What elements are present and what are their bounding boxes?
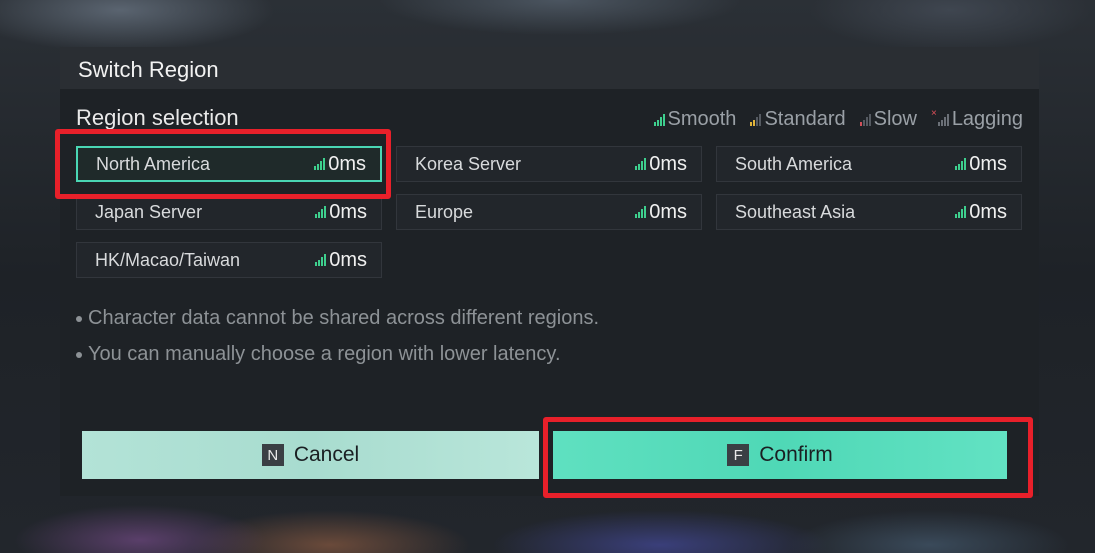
region-selection-title: Region selection	[76, 105, 239, 130]
server-europe[interactable]: Europe 0ms	[396, 194, 702, 230]
dialog-header: Switch Region	[60, 47, 1039, 89]
latency-legend: Smooth Standard Slow × Lagging	[653, 108, 1023, 131]
server-name: Southeast Asia	[735, 201, 856, 222]
server-ping: 0ms	[955, 201, 1007, 224]
ping-value: 0ms	[969, 152, 1007, 175]
legend-slow: Slow	[859, 108, 917, 131]
ping-value: 0ms	[329, 200, 367, 223]
server-southeast-asia[interactable]: Southeast Asia 0ms	[716, 194, 1022, 230]
highlight-north-america	[55, 129, 391, 199]
note-text: Character data cannot be shared across d…	[88, 307, 600, 329]
note-item: Character data cannot be shared across d…	[76, 307, 599, 330]
server-ping: 0ms	[955, 153, 1007, 176]
legend-standard: Standard	[750, 108, 846, 131]
server-south-america[interactable]: South America 0ms	[716, 146, 1022, 182]
ping-value: 0ms	[649, 152, 687, 175]
cancel-button[interactable]: N Cancel	[82, 431, 539, 479]
bullet-icon	[76, 315, 82, 322]
legend-smooth: Smooth	[653, 108, 737, 131]
server-name: South America	[735, 153, 853, 174]
signal-icon	[635, 158, 647, 170]
signal-icon	[955, 206, 967, 218]
bullet-icon	[76, 351, 82, 358]
legend-label: Slow	[873, 108, 917, 130]
signal-lagging-icon	[937, 113, 949, 126]
ping-value: 0ms	[329, 248, 367, 271]
ping-value: 0ms	[649, 200, 687, 223]
cancel-label: Cancel	[293, 443, 360, 466]
legend-label: Lagging	[951, 108, 1023, 130]
note-item: You can manually choose a region with lo…	[76, 343, 561, 366]
legend-lagging: × Lagging	[931, 108, 1023, 131]
signal-icon	[315, 206, 327, 218]
server-ping: 0ms	[315, 249, 367, 272]
server-name: Europe	[415, 201, 474, 222]
signal-icon	[315, 254, 327, 266]
signal-icon	[635, 206, 647, 218]
legend-label: Smooth	[667, 108, 737, 130]
legend-label: Standard	[764, 108, 846, 130]
server-hk-macao-taiwan[interactable]: HK/Macao/Taiwan 0ms	[76, 242, 382, 278]
server-name: Japan Server	[95, 201, 203, 222]
server-japan[interactable]: Japan Server 0ms	[76, 194, 382, 230]
dialog-title: Switch Region	[78, 57, 219, 82]
ping-value: 0ms	[969, 200, 1007, 223]
signal-icon	[955, 158, 967, 170]
signal-standard-icon	[750, 113, 762, 126]
note-text: You can manually choose a region with lo…	[88, 343, 561, 365]
server-ping: 0ms	[635, 201, 687, 224]
key-hint-n: N	[261, 444, 284, 466]
signal-smooth-icon	[653, 113, 665, 126]
highlight-confirm-button	[543, 417, 1033, 498]
signal-slow-icon	[859, 113, 871, 126]
server-name: HK/Macao/Taiwan	[95, 249, 241, 270]
server-korea[interactable]: Korea Server 0ms	[396, 146, 702, 182]
lagging-x-icon: ×	[930, 108, 937, 119]
server-ping: 0ms	[315, 201, 367, 224]
server-ping: 0ms	[635, 153, 687, 176]
server-name: Korea Server	[415, 153, 522, 174]
